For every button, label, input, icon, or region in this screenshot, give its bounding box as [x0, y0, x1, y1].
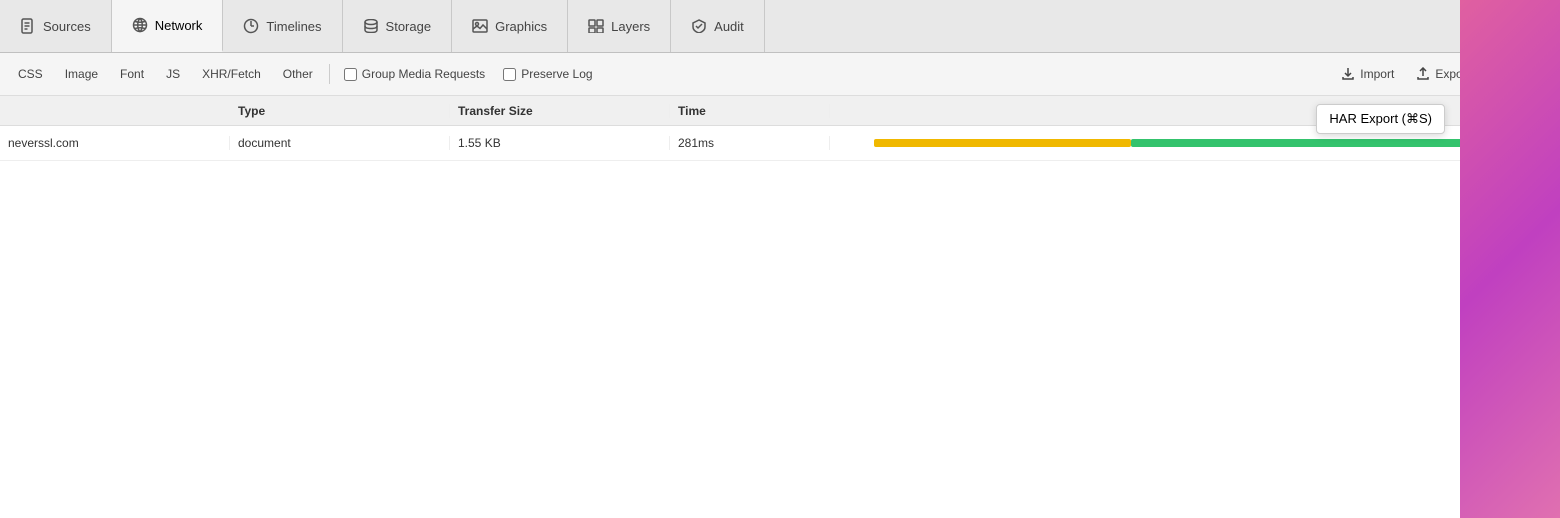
group-media-input[interactable] — [344, 68, 357, 81]
filter-css[interactable]: CSS — [8, 64, 53, 84]
filter-button[interactable] — [1518, 63, 1552, 85]
har-export-tooltip: HAR Export (⌘S) — [1316, 104, 1445, 134]
tab-graphics[interactable]: Graphics — [452, 0, 568, 52]
filter-other[interactable]: Other — [273, 64, 323, 84]
col-header-size[interactable]: Transfer Size — [450, 104, 670, 118]
col-header-time[interactable]: Time — [670, 104, 830, 118]
graphics-icon — [472, 18, 488, 34]
import-button[interactable]: Import — [1331, 63, 1404, 85]
tab-graphics-label: Graphics — [495, 19, 547, 34]
storage-icon — [363, 18, 379, 34]
tab-timelines[interactable]: Timelines — [223, 0, 342, 52]
preserve-log-label: Preserve Log — [521, 67, 592, 81]
empty-area — [0, 161, 1560, 518]
tab-storage-label: Storage — [386, 19, 432, 34]
clear-button[interactable] — [1482, 63, 1516, 85]
network-icon — [132, 17, 148, 33]
cell-waterfall — [830, 126, 1560, 160]
cell-url: neverssl.com — [0, 136, 230, 150]
filter-icon — [1528, 67, 1542, 81]
filter-image[interactable]: Image — [55, 64, 108, 84]
waterfall-waiting-bar — [874, 139, 1131, 147]
group-media-label: Group Media Requests — [362, 67, 485, 81]
tab-network[interactable]: Network — [112, 0, 224, 52]
import-label: Import — [1360, 67, 1394, 81]
tab-bar: Sources Network Timelines — [0, 0, 1560, 53]
audit-icon — [691, 18, 707, 34]
filter-xhr[interactable]: XHR/Fetch — [192, 64, 271, 84]
export-icon — [1416, 67, 1430, 81]
tab-audit[interactable]: Audit — [671, 0, 765, 52]
group-media-checkbox[interactable]: Group Media Requests — [336, 64, 493, 84]
search-button[interactable] — [1482, 10, 1514, 42]
filter-font[interactable]: Font — [110, 64, 154, 84]
preserve-log-input[interactable] — [503, 68, 516, 81]
preserve-log-checkbox[interactable]: Preserve Log — [495, 64, 600, 84]
sources-icon — [20, 18, 36, 34]
tab-sources-label: Sources — [43, 19, 91, 34]
filter-bar: CSS Image Font JS XHR/Fetch Other Group … — [0, 53, 1560, 96]
tab-actions — [1472, 0, 1560, 52]
tab-sources[interactable]: Sources — [0, 0, 112, 52]
timelines-icon — [243, 18, 259, 34]
network-table: Type Transfer Size Time 100.00ms 200.0ms… — [0, 96, 1560, 518]
tab-network-label: Network — [155, 18, 203, 33]
tab-layers-label: Layers — [611, 19, 650, 34]
tab-spacer — [765, 0, 1472, 52]
layers-icon — [588, 18, 604, 34]
col-header-type[interactable]: Type — [230, 104, 450, 118]
tab-layers[interactable]: Layers — [568, 0, 671, 52]
tab-timelines-label: Timelines — [266, 19, 321, 34]
settings-button[interactable] — [1518, 10, 1550, 42]
waterfall-bars — [838, 137, 1552, 149]
filter-separator — [329, 64, 330, 84]
tab-storage[interactable]: Storage — [343, 0, 453, 52]
export-label: Export — [1435, 67, 1470, 81]
waterfall-receiving-bar — [1131, 139, 1502, 147]
import-icon — [1341, 67, 1355, 81]
cell-size: 1.55 KB — [450, 136, 670, 150]
export-button[interactable]: Export — [1406, 63, 1480, 85]
clear-icon — [1492, 67, 1506, 81]
filter-js[interactable]: JS — [156, 64, 190, 84]
cell-time: 281ms — [670, 136, 830, 150]
tab-audit-label: Audit — [714, 19, 744, 34]
tooltip-text: HAR Export (⌘S) — [1329, 111, 1432, 126]
cell-type: document — [230, 136, 450, 150]
